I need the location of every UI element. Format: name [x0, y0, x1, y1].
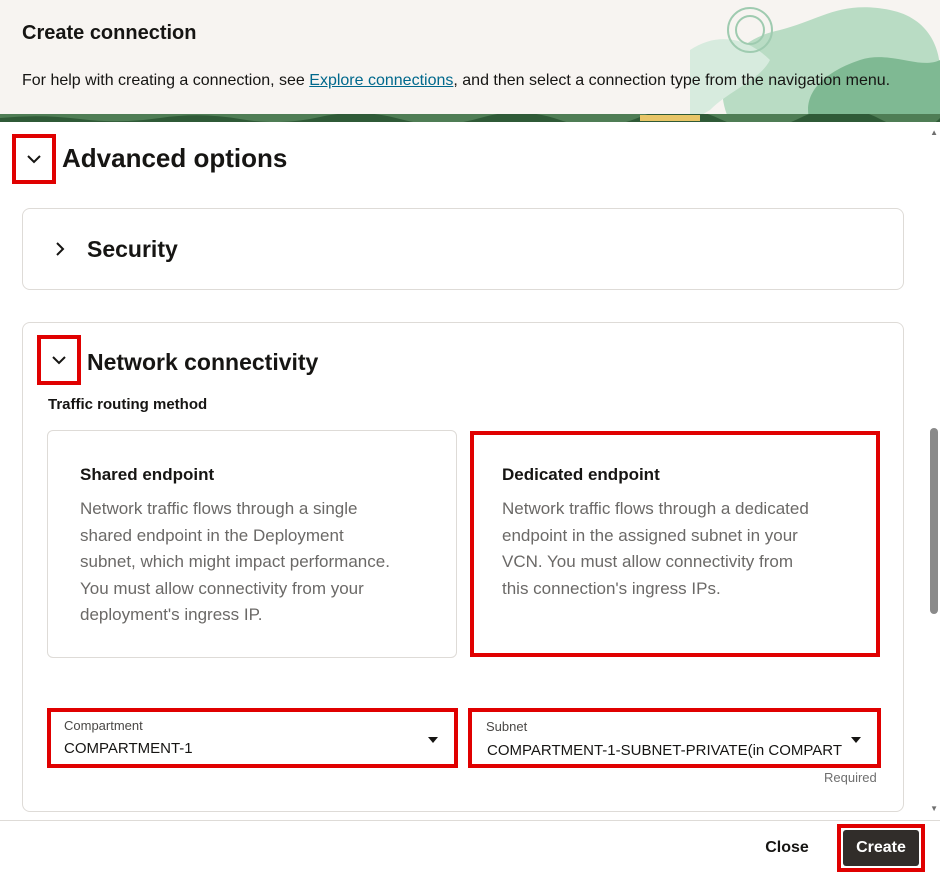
dedicated-endpoint-option[interactable]: Dedicated endpoint Network traffic flows…: [470, 431, 880, 657]
shared-desc-line: shared endpoint in the Deployment: [80, 525, 344, 545]
header-decoration: [690, 7, 940, 122]
header-pattern-band: [0, 114, 940, 122]
shared-desc-line: You must allow connectivity from your: [80, 578, 364, 598]
security-heading: Security: [87, 236, 178, 262]
dedicated-desc-line: endpoint in the assigned subnet in your: [502, 525, 798, 545]
advanced-options-heading: Advanced options: [62, 143, 288, 173]
dialog-title: Create connection: [22, 22, 197, 44]
shared-endpoint-title: Shared endpoint: [80, 465, 215, 484]
help-text: For help with creating a connection, see…: [22, 72, 890, 90]
scrollbar-thumb[interactable]: [930, 428, 938, 614]
shared-desc-line: subnet, which might impact performance.: [80, 552, 390, 571]
explore-connections-link[interactable]: Explore connections: [309, 72, 453, 89]
shared-desc-line: Network traffic flows through a single: [80, 499, 358, 518]
caret-down-icon[interactable]: [851, 737, 861, 743]
create-button[interactable]: Create: [843, 830, 919, 866]
close-button[interactable]: Close: [752, 832, 822, 864]
chevron-down-icon: [27, 154, 41, 163]
security-toggle[interactable]: [50, 237, 70, 261]
compartment-select[interactable]: Compartment COMPARTMENT-1: [47, 708, 458, 768]
caret-down-icon[interactable]: [428, 737, 438, 743]
compartment-value: COMPARTMENT-1: [64, 740, 193, 757]
dedicated-desc-line: VCN. You must allow connectivity from: [502, 552, 794, 571]
dedicated-endpoint-description: Network traffic flows through a dedicate…: [502, 496, 809, 602]
shared-endpoint-option[interactable]: Shared endpoint Network traffic flows th…: [47, 430, 457, 658]
help-text-suffix: , and then select a connection type from…: [453, 72, 891, 89]
subnet-required-note: Required: [824, 770, 877, 785]
dedicated-desc-line: this connection's ingress IPs.: [502, 578, 721, 598]
subnet-select[interactable]: Subnet COMPARTMENT-1-SUBNET-PRIVATE(in C…: [468, 708, 881, 768]
help-text-prefix: For help with creating a connection, see: [22, 72, 310, 89]
shared-desc-line: deployment's ingress IP.: [80, 605, 263, 624]
subnet-label: Subnet: [486, 719, 528, 734]
dialog-header: Create connection For help with creating…: [0, 0, 940, 122]
shared-endpoint-description: Network traffic flows through a single s…: [80, 496, 390, 629]
chevron-right-icon: [55, 242, 64, 256]
dedicated-desc-line: Network traffic flows through a dedicate…: [502, 499, 809, 518]
advanced-options-toggle[interactable]: [12, 134, 56, 184]
compartment-label: Compartment: [64, 718, 143, 733]
scroll-up-arrow-icon[interactable]: ▲: [930, 128, 938, 137]
dedicated-endpoint-title: Dedicated endpoint: [502, 465, 660, 484]
scroll-down-arrow-icon[interactable]: ▼: [930, 804, 938, 813]
network-connectivity-toggle[interactable]: [37, 335, 81, 385]
subnet-value: COMPARTMENT-1-SUBNET-PRIVATE(in COMPARTM…: [487, 742, 843, 759]
traffic-routing-label: Traffic routing method: [48, 396, 208, 413]
network-connectivity-heading: Network connectivity: [87, 349, 319, 375]
chevron-down-icon: [52, 355, 66, 364]
